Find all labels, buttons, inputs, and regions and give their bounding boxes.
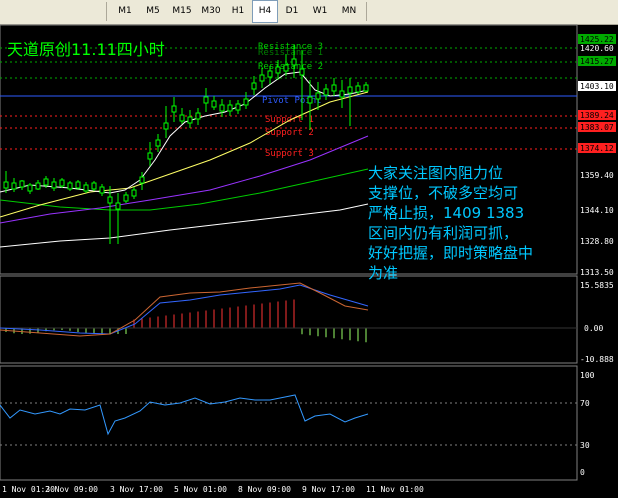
price-tag-text: 1415.27 (580, 57, 614, 66)
candle-body (75, 181, 81, 189)
support-2-label: Support 2 (265, 128, 314, 138)
candle-body (115, 202, 121, 210)
candle-body (99, 186, 105, 194)
time-axis: 1 Nov 01:30 2 Nov 09:00 3 Nov 17:00 5 No… (2, 485, 424, 494)
candle-body (227, 104, 233, 112)
rsi-tick: 70 (580, 399, 590, 408)
candle-body (3, 181, 9, 189)
candle-body (203, 96, 209, 104)
candle-body (283, 64, 289, 72)
candle-body (147, 152, 153, 160)
candle-body (91, 182, 97, 190)
candle-body (35, 182, 41, 190)
candle-body (219, 104, 225, 112)
candle-body (331, 84, 337, 92)
ma-slow-white-line (0, 203, 369, 248)
candle-body (339, 90, 345, 98)
candle-body (315, 92, 321, 100)
candle-body (155, 139, 161, 147)
candle-body (363, 84, 369, 92)
candle-body (19, 180, 25, 188)
ma-green-line (0, 168, 369, 211)
rsi-tick: 30 (580, 441, 590, 450)
chart-title: 天道原创11.11四小时 (7, 40, 165, 59)
rsi-panel-border (0, 365, 578, 481)
macd-histogram (5, 299, 367, 343)
annotation-line: 大家关注图内阻力位 (368, 164, 504, 182)
candle-body (235, 103, 241, 111)
rsi-line (0, 394, 369, 436)
price-tick: 1420.60 (580, 44, 614, 53)
annotation-line: 区间内仍有利润可抓， (368, 224, 519, 242)
candle-body (291, 58, 297, 66)
candlesticks (3, 45, 369, 244)
candle-body (11, 182, 17, 190)
price-tag-text: 1374.12 (580, 144, 614, 153)
candle-body (171, 105, 177, 113)
candle-body (83, 184, 89, 192)
candle-body (243, 98, 249, 106)
time-tick: 5 Nov 01:00 (174, 485, 227, 494)
price-tag-text: 1389.24 (580, 111, 614, 120)
time-tick: 3 Nov 17:00 (110, 485, 163, 494)
candle-body (211, 100, 217, 108)
candle-body (275, 66, 281, 74)
candle-body (107, 196, 113, 204)
candle-body (187, 116, 193, 124)
rsi-axis: 100 70 30 0 (580, 371, 595, 477)
time-tick: 8 Nov 09:00 (238, 485, 291, 494)
candle-body (251, 82, 257, 90)
candle-body (139, 176, 145, 184)
candle-body (51, 181, 57, 189)
candle-body (299, 68, 305, 76)
candle-body (355, 85, 361, 93)
candle-body (131, 189, 137, 197)
price-tag-text: 1383.07 (580, 123, 614, 132)
candle-body (323, 88, 329, 96)
time-tick: 9 Nov 17:00 (302, 485, 355, 494)
macd-axis: 15.5835 0.00 -10.888 (580, 281, 614, 364)
pivot-label: Pivot Point (262, 96, 322, 106)
annotation-line: 好好把握，即时策略盘中 (368, 244, 534, 262)
macd-tick: -10.888 (580, 355, 614, 364)
candle-body (59, 179, 65, 187)
time-tick: 2 Nov 09:00 (45, 485, 98, 494)
price-tag-text: 1403.10 (580, 82, 614, 91)
support-3-label: Support 3 (265, 149, 314, 159)
annotation-line: 严格止损，1409 1383 (368, 204, 525, 222)
macd-signal-line (0, 284, 369, 335)
candle-body (267, 70, 273, 78)
candle-body (179, 114, 185, 122)
time-tick: 11 Nov 01:00 (366, 485, 424, 494)
candle-body (307, 96, 313, 104)
candle-body (27, 184, 33, 192)
price-tag-text: 1425.22 (580, 35, 614, 44)
annotation-line: 为准 (368, 264, 399, 282)
strategy-annotation: 大家关注图内阻力位 支撑位，不破多空均可 严格止损，1409 1383 区间内仍… (368, 163, 603, 283)
candle-body (123, 194, 129, 202)
rsi-tick: 100 (580, 371, 595, 380)
candle-body (347, 86, 353, 94)
candle-body (195, 112, 201, 120)
resistance-1-label: Resistance 1 (258, 48, 323, 58)
macd-tick: 0.00 (584, 324, 603, 333)
rsi-tick: 0 (580, 468, 585, 477)
candle-body (259, 74, 265, 82)
macd-panel-border (0, 275, 578, 364)
annotation-line: 支撑位，不破多空均可 (368, 184, 519, 202)
candle-body (43, 178, 49, 186)
candle-body (67, 182, 73, 190)
candle-body (163, 122, 169, 130)
